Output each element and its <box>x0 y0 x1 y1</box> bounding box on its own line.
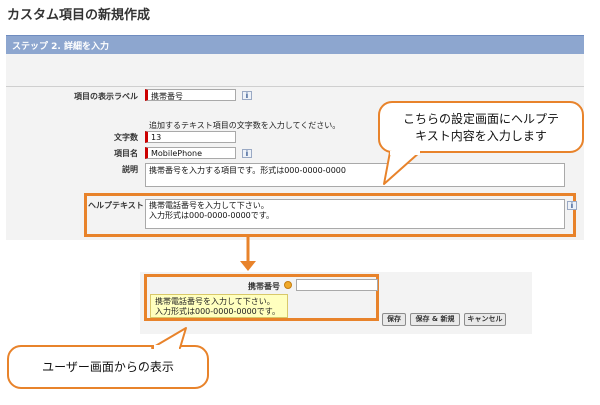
display-label-input[interactable]: 携帯番号 <box>145 89 236 101</box>
length-instruction: 追加するテキスト項目の文字数を入力してください。 <box>149 121 341 130</box>
help-tooltip: 携帯電話番号を入力して下さい。 入力形式は000-0000-0000です。 <box>150 294 288 318</box>
step-header: ステップ 2. 詳細を入力 <box>6 35 584 54</box>
callout-top: こちらの設定画面にヘルプテ キスト内容を入力します <box>378 101 584 153</box>
cancel-button[interactable]: キャンセル <box>464 313 506 326</box>
length-label: 文字数 <box>114 133 138 142</box>
callout-bottom: ユーザー画面からの表示 <box>7 345 209 389</box>
preview-field-label: 携帯番号 <box>248 282 280 291</box>
field-name-input[interactable]: MobilePhone <box>145 147 236 159</box>
display-label-label: 項目の表示ラベル <box>74 92 138 101</box>
save-button[interactable]: 保存 <box>382 313 406 326</box>
preview-input[interactable] <box>296 279 378 291</box>
help-icon[interactable] <box>284 281 292 289</box>
help-text-label: ヘルプテキスト <box>88 201 144 210</box>
info-icon[interactable]: i <box>242 149 252 158</box>
callout-line: こちらの設定画面にヘルプテ <box>402 112 559 126</box>
length-input[interactable]: 13 <box>145 131 236 143</box>
help-text-line: 入力形式は000-0000-0000です。 <box>149 211 274 220</box>
tooltip-line: 携帯電話番号を入力して下さい。 <box>155 297 275 306</box>
arrow-down-icon <box>240 237 256 271</box>
tooltip-line: 入力形式は000-0000-0000です。 <box>155 307 280 316</box>
description-label: 説明 <box>122 165 138 174</box>
callout-line: キスト内容を入力します <box>415 129 547 143</box>
callout-pointer <box>151 327 187 349</box>
help-text-line: 携帯電話番号を入力して下さい。 <box>149 201 269 210</box>
info-icon[interactable]: i <box>242 91 252 100</box>
save-new-button[interactable]: 保存 & 新規 <box>410 313 460 326</box>
page-title: カスタム項目の新規作成 <box>7 8 151 23</box>
help-text-textarea[interactable]: 携帯電話番号を入力して下さい。 入力形式は000-0000-0000です。 <box>145 199 565 229</box>
section-divider <box>6 86 584 87</box>
field-name-label: 項目名 <box>114 149 138 158</box>
description-textarea[interactable]: 携帯番号を入力する項目です。形式は000-0000-0000 <box>145 163 565 187</box>
callout-pointer <box>383 151 421 185</box>
description-text: 携帯番号を入力する項目です。形式は000-0000-0000 <box>149 166 346 175</box>
info-icon[interactable]: i <box>567 201 577 210</box>
